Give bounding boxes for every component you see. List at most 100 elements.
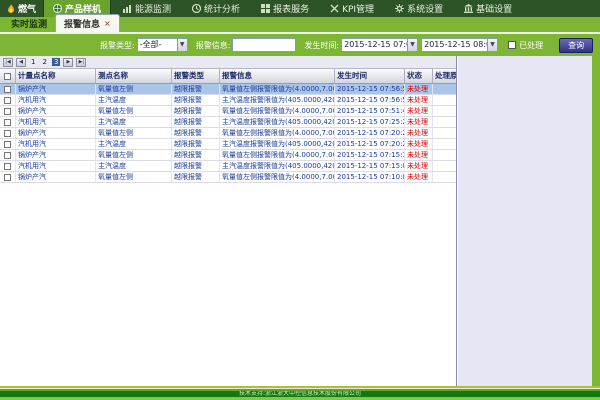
cell-alarm-info: 主汽温度报警限值为(405.0000,420.0000),实际值为402.529… — [220, 117, 335, 127]
filter-bar: 报警类型: -全部- ▼ 报警信息: 发生时间: 2015-12-15 07:0… — [0, 34, 600, 56]
row-checkbox[interactable] — [4, 174, 11, 181]
tab-realtime-monitor[interactable]: 实时监测 — [3, 15, 55, 32]
cell-time: 2015-12-15 07:15:09 — [335, 161, 405, 171]
col-time[interactable]: 发生时间 — [335, 69, 405, 83]
cell-point: 氧量值左侧 — [96, 150, 172, 160]
chevron-down-icon[interactable]: ▼ — [487, 38, 498, 52]
cell-point: 主汽温度 — [96, 161, 172, 171]
header-checkbox-cell — [0, 69, 16, 83]
bank-icon — [464, 4, 473, 13]
pager-next-button[interactable]: ▶ — [63, 58, 73, 67]
row-checkbox[interactable] — [4, 108, 11, 115]
table-row[interactable]: 锅炉产汽 氧量值左侧 越限报警 氧量值左侧报警限值为(4.0000,7.0000… — [0, 172, 456, 183]
pager-page-1[interactable]: 1 — [29, 58, 37, 66]
cell-reason — [433, 139, 456, 149]
table-row[interactable]: 锅炉产汽 氧量值左侧 越限报警 氧量值左侧报警限值为(4.0000,7.0000… — [0, 150, 456, 161]
scissors-icon — [330, 4, 339, 13]
gear-icon — [395, 4, 404, 13]
table-empty-area — [0, 183, 456, 386]
col-alarm-info[interactable]: 报警信息 — [220, 69, 335, 83]
menu-item-report-service[interactable]: 报表服务 — [252, 0, 318, 17]
content-area: |◀ ◀ 1 2 3 ▶ ▶| 计量点名称 测点名称 报警类型 报警信息 发生时… — [0, 56, 592, 386]
cell-alarm-type: 越限报警 — [172, 161, 220, 171]
time-from-value: 2015-12-15 07:09 — [341, 38, 407, 52]
row-checkbox[interactable] — [4, 119, 11, 126]
cell-point: 氧量值左侧 — [96, 128, 172, 138]
cell-metering-point: 锅炉产汽 — [16, 84, 96, 94]
processed-checkbox[interactable] — [508, 41, 516, 49]
cell-reason — [433, 84, 456, 94]
pager-last-button[interactable]: ▶| — [76, 58, 86, 67]
row-checkbox[interactable] — [4, 130, 11, 137]
grid-icon — [261, 4, 270, 13]
query-button[interactable]: 查询 — [559, 38, 593, 53]
cell-reason — [433, 161, 456, 171]
alarm-info-label: 报警信息: — [196, 40, 231, 51]
row-checkbox[interactable] — [4, 152, 11, 159]
menu-item-label: 统计分析 — [204, 2, 240, 15]
time-to-picker[interactable]: 2015-12-15 08:09 ▼ — [421, 38, 498, 52]
clock-icon — [192, 4, 201, 13]
col-reason[interactable]: 处理原因 — [433, 69, 456, 83]
pager-page-2[interactable]: 2 — [40, 58, 48, 66]
alarm-type-value: -全部- — [137, 38, 177, 52]
cell-reason — [433, 95, 456, 105]
menu-item-label: 系统设置 — [407, 2, 443, 15]
pager-page-3-current[interactable]: 3 — [52, 58, 60, 66]
menu-item-label: 能源监测 — [135, 2, 171, 15]
cell-time: 2015-12-15 07:20:22 — [335, 139, 405, 149]
menu-item-statistics[interactable]: 统计分析 — [183, 0, 249, 17]
table-row[interactable]: 锅炉产汽 氧量值左侧 越限报警 氧量值左侧报警限值为(4.0000,7.0000… — [0, 128, 456, 139]
cell-alarm-type: 越限报警 — [172, 172, 220, 182]
col-status[interactable]: 状态 — [405, 69, 433, 83]
table-row[interactable]: 汽机用汽 主汽温度 越限报警 主汽温度报警限值为(405.0000,420.00… — [0, 139, 456, 150]
cell-alarm-type: 越限报警 — [172, 139, 220, 149]
col-alarm-type[interactable]: 报警类型 — [172, 69, 220, 83]
tab-close-icon[interactable]: × — [104, 20, 111, 28]
globe-icon — [53, 4, 62, 13]
cell-status: 未处理 — [405, 128, 433, 138]
table-row[interactable]: 锅炉产汽 氧量值左侧 越限报警 氧量值左侧报警限值为(4.0000,7.0000… — [0, 84, 456, 95]
time-from-picker[interactable]: 2015-12-15 07:09 ▼ — [341, 38, 418, 52]
cell-status: 未处理 — [405, 117, 433, 127]
menu-item-label: 报表服务 — [273, 2, 309, 15]
cell-metering-point: 汽机用汽 — [16, 95, 96, 105]
alarm-info-input[interactable] — [232, 38, 296, 52]
row-checkbox[interactable] — [4, 141, 11, 148]
chevron-down-icon[interactable]: ▼ — [177, 38, 188, 52]
table-row[interactable]: 汽机用汽 主汽温度 越限报警 主汽温度报警限值为(405.0000,420.00… — [0, 117, 456, 128]
cell-alarm-type: 越限报警 — [172, 150, 220, 160]
chevron-down-icon[interactable]: ▼ — [407, 38, 418, 52]
alarm-type-select[interactable]: -全部- ▼ — [137, 38, 188, 52]
cell-reason — [433, 106, 456, 116]
table-row[interactable]: 汽机用汽 主汽温度 越限报警 主汽温度报警限值为(405.0000,420.00… — [0, 95, 456, 106]
cell-alarm-info: 氧量值左侧报警限值为(4.0000,7.0000),实际值为7.7690 — [220, 84, 335, 94]
cell-alarm-type: 越限报警 — [172, 95, 220, 105]
menu-item-system-settings[interactable]: 系统设置 — [386, 0, 452, 17]
cell-reason — [433, 172, 456, 182]
cell-metering-point: 汽机用汽 — [16, 117, 96, 127]
cell-reason — [433, 128, 456, 138]
cell-alarm-info: 氧量值左侧报警限值为(4.0000,7.0000),实际值为7.1523 — [220, 106, 335, 116]
table-row[interactable]: 汽机用汽 主汽温度 越限报警 主汽温度报警限值为(405.0000,420.00… — [0, 161, 456, 172]
menu-item-kpi[interactable]: KPI管理 — [321, 0, 383, 17]
cell-time: 2015-12-15 07:51:45 — [335, 106, 405, 116]
pager-first-button[interactable]: |◀ — [3, 58, 13, 67]
row-checkbox[interactable] — [4, 97, 11, 104]
col-point[interactable]: 测点名称 — [96, 69, 172, 83]
tab-alarm-info[interactable]: 报警信息 × — [55, 14, 120, 32]
pager-prev-button[interactable]: ◀ — [16, 58, 26, 67]
row-checkbox[interactable] — [4, 163, 11, 170]
col-metering-point[interactable]: 计量点名称 — [16, 69, 96, 83]
cell-time: 2015-12-15 07:20:27 — [335, 128, 405, 138]
cell-time: 2015-12-15 07:15:14 — [335, 150, 405, 160]
table-row[interactable]: 锅炉产汽 氧量值左侧 越限报警 氧量值左侧报警限值为(4.0000,7.0000… — [0, 106, 456, 117]
menu-item-basic-settings[interactable]: 基础设置 — [455, 0, 521, 17]
cell-time: 2015-12-15 07:56:58 — [335, 84, 405, 94]
select-all-checkbox[interactable] — [4, 73, 11, 80]
menu-item-energy-monitor[interactable]: 能源监测 — [114, 0, 180, 17]
cell-point: 主汽温度 — [96, 117, 172, 127]
row-checkbox[interactable] — [4, 86, 11, 93]
cell-status: 未处理 — [405, 172, 433, 182]
processed-label: 已处理 — [519, 40, 543, 51]
